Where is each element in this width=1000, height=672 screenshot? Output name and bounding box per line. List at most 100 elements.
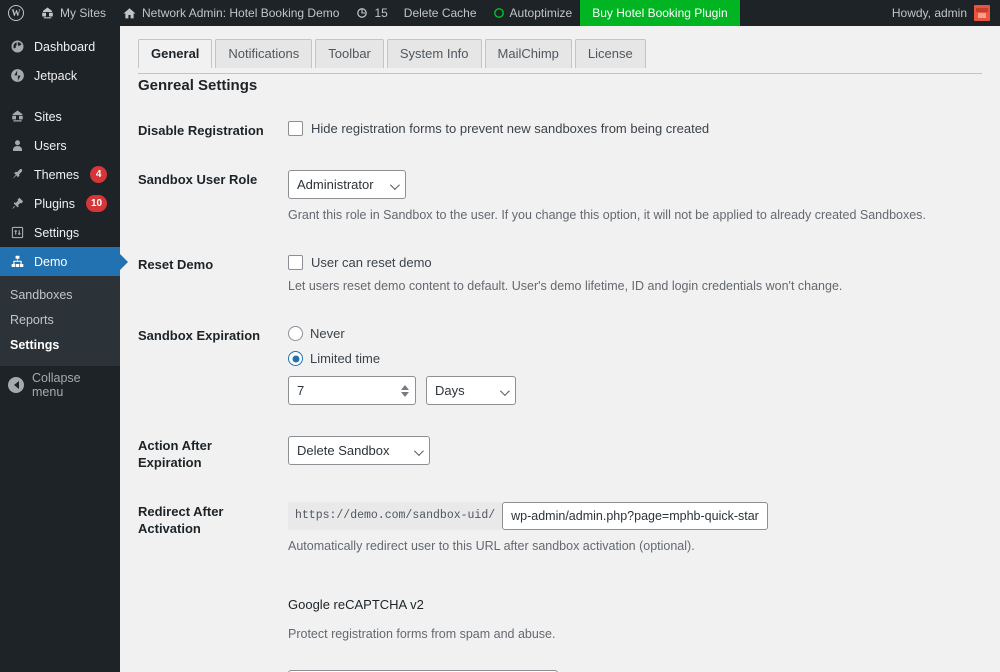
sites-icon [8, 108, 26, 126]
sites-icon [40, 6, 55, 21]
tab-mailchimp[interactable]: MailChimp [484, 39, 572, 68]
wordpress-logo-icon: W [8, 5, 24, 21]
expiration-limited-radio[interactable] [288, 351, 303, 366]
label-reset-demo: Reset Demo [138, 257, 214, 272]
admin-bar-site-name[interactable]: Network Admin: Hotel Booking Demo [114, 0, 347, 26]
sidebar-item-settings-label: Settings [34, 225, 80, 240]
redirect-url-row: https://demo.com/sandbox-uid/ [288, 502, 990, 530]
tabs-baseline [138, 73, 982, 74]
sidebar-subitem-settings[interactable]: Settings [0, 333, 120, 358]
admin-bar-autoptimize-label: Autoptimize [509, 6, 573, 20]
sidebar-item-jetpack[interactable]: Jetpack [0, 61, 120, 90]
admin-bar-updates-count: 15 [374, 6, 388, 20]
users-icon [8, 137, 26, 155]
desc-reset-demo: Let users reset demo content to default.… [288, 279, 843, 293]
sidebar-badge-themes: 4 [90, 166, 108, 183]
reset-demo-checkbox[interactable] [288, 255, 303, 270]
demo-icon [8, 253, 26, 271]
row-recaptcha-site-key: reCAPTCHA Site Key [120, 655, 1000, 672]
collapse-menu-button[interactable]: Collapse menu [0, 370, 120, 400]
desc-redirect-after-activation: Automatically redirect user to this URL … [288, 539, 695, 553]
expiration-amount-stepper[interactable] [401, 384, 411, 397]
stepper-up-icon[interactable] [401, 384, 409, 390]
action-after-expiration-select-wrap: Delete Sandbox [288, 436, 430, 465]
tab-system-info[interactable]: System Info [386, 39, 482, 68]
disable-registration-checkbox[interactable] [288, 121, 303, 136]
sidebar-submenu-demo: Sandboxes Reports Settings [0, 276, 120, 366]
label-recaptcha-spacer [120, 567, 288, 599]
admin-sidebar: Dashboard Jetpack Sites Users Themes 4 P… [0, 26, 120, 672]
howdy-label: Howdy, admin [891, 6, 967, 20]
sidebar-item-sites[interactable]: Sites [0, 102, 120, 131]
collapse-arrow-icon [8, 377, 24, 393]
sidebar-item-demo-label: Demo [34, 254, 68, 269]
redirect-url-input[interactable] [502, 502, 769, 530]
reset-demo-checkbox-label[interactable]: User can reset demo [311, 255, 432, 270]
jetpack-icon [8, 67, 26, 85]
recaptcha-description: Protect registration forms from spam and… [288, 627, 556, 641]
sidebar-item-settings[interactable]: Settings [0, 218, 120, 247]
wp-logo-menu[interactable]: W [0, 0, 32, 26]
expiration-never-radio[interactable] [288, 326, 303, 341]
expiration-never-row[interactable]: Never [288, 326, 990, 341]
recaptcha-heading: Google reCAPTCHA v2 [288, 597, 424, 612]
admin-bar-my-sites[interactable]: My Sites [32, 0, 114, 26]
avatar [974, 5, 990, 21]
admin-bar-autoptimize[interactable]: Autoptimize [485, 0, 581, 26]
admin-bar-delete-cache[interactable]: Delete Cache [396, 0, 485, 26]
settings-tabs-wrap: General Notifications Toolbar System Inf… [120, 26, 1000, 74]
collapse-menu-label: Collapse menu [32, 371, 81, 399]
label-action-after-expiration: Action After Expiration [138, 438, 212, 470]
sidebar-separator [0, 90, 120, 102]
sidebar-item-themes[interactable]: Themes 4 [0, 160, 120, 189]
action-after-expiration-select[interactable]: Delete Sandbox [288, 436, 430, 465]
row-redirect-after-activation: Redirect After Activation https://demo.c… [120, 483, 1000, 567]
expiration-unit-select-wrap: Days [426, 376, 516, 405]
admin-bar-site-name-label: Network Admin: Hotel Booking Demo [142, 6, 340, 20]
sidebar-item-plugins-label: Plugins [34, 196, 75, 211]
settings-tabs: General Notifications Toolbar System Inf… [138, 39, 1000, 69]
updates-icon [355, 6, 369, 20]
admin-bar-updates[interactable]: 15 [347, 0, 395, 26]
sandbox-user-role-select[interactable]: Administrator [288, 170, 406, 199]
sidebar-item-sites-label: Sites [34, 109, 62, 124]
redirect-url-prefix: https://demo.com/sandbox-uid/ [288, 502, 503, 530]
expiration-never-label[interactable]: Never [310, 326, 345, 341]
label-redirect-after-activation: Redirect After Activation [138, 504, 224, 536]
buy-button-label: Buy Hotel Booking Plugin [592, 6, 728, 20]
sidebar-subitem-reports[interactable]: Reports [0, 308, 120, 333]
expiration-unit-select[interactable]: Days [426, 376, 516, 405]
tab-notifications[interactable]: Notifications [215, 39, 313, 68]
expiration-amount-input[interactable] [297, 383, 401, 398]
disable-registration-checkbox-label[interactable]: Hide registration forms to prevent new s… [311, 121, 709, 136]
admin-bar-howdy[interactable]: Howdy, admin [884, 0, 1000, 26]
tab-toolbar[interactable]: Toolbar [315, 39, 384, 68]
buy-hotel-booking-plugin-button[interactable]: Buy Hotel Booking Plugin [580, 0, 740, 26]
label-sandbox-user-role: Sandbox User Role [138, 172, 258, 187]
stepper-down-icon[interactable] [401, 391, 409, 397]
admin-bar: W My Sites Network Admin: Hotel Booking … [0, 0, 1000, 26]
sidebar-item-plugins[interactable]: Plugins 10 [0, 189, 120, 218]
row-disable-registration: Disable Registration Hide registration f… [120, 102, 1000, 151]
sidebar-item-users[interactable]: Users [0, 131, 120, 160]
tab-general[interactable]: General [138, 39, 213, 69]
desc-sandbox-user-role: Grant this role in Sandbox to the user. … [288, 208, 926, 222]
admin-bar-spacer [740, 0, 884, 26]
row-reset-demo: Reset Demo User can reset demo Let users… [120, 236, 1000, 307]
sidebar-item-dashboard[interactable]: Dashboard [0, 32, 120, 61]
expiration-limited-row[interactable]: Limited time [288, 351, 990, 366]
label-disable-registration: Disable Registration [138, 123, 264, 138]
sandbox-user-role-select-wrap: Administrator [288, 170, 406, 199]
settings-form: Disable Registration Hide registration f… [120, 102, 1000, 672]
sidebar-subitem-sandboxes[interactable]: Sandboxes [0, 283, 120, 308]
themes-icon [8, 166, 26, 184]
sidebar-item-demo[interactable]: Demo [0, 247, 120, 276]
home-icon [122, 6, 137, 21]
tab-license[interactable]: License [574, 39, 646, 68]
row-action-after-expiration: Action After Expiration Delete Sandbox [120, 417, 1000, 483]
admin-bar-delete-cache-label: Delete Cache [403, 6, 477, 20]
row-sandbox-user-role: Sandbox User Role Administrator Grant th… [120, 151, 1000, 236]
settings-icon [8, 224, 26, 242]
main-content: General Notifications Toolbar System Inf… [120, 26, 1000, 672]
expiration-limited-label[interactable]: Limited time [310, 351, 380, 366]
